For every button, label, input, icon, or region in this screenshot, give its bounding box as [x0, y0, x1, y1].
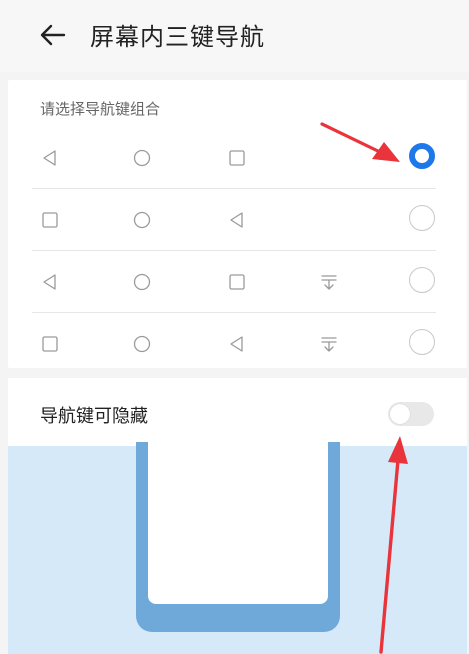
nav-option-3[interactable]: [32, 252, 436, 313]
recents-square-icon: [229, 150, 245, 166]
arrow-left-icon[interactable]: [36, 18, 70, 52]
phone-illustration: [136, 442, 340, 632]
toggle-knob: [390, 404, 410, 424]
recents-square-icon: [42, 336, 58, 352]
recents-square-icon: [42, 212, 58, 228]
home-circle-icon: [133, 149, 151, 167]
hide-nav-keys-label: 导航键可隐藏: [40, 406, 148, 427]
hide-nav-keys-toggle[interactable]: [388, 402, 434, 426]
back-triangle-icon: [43, 274, 56, 290]
notification-pulldown-icon: [321, 337, 337, 352]
nav-option-1[interactable]: [32, 128, 436, 189]
back-triangle-icon: [43, 150, 56, 166]
nav-option-2[interactable]: [32, 190, 436, 251]
page-title: 屏幕内三键导航: [90, 23, 265, 51]
hide-nav-keys-row[interactable]: 导航键可隐藏: [8, 378, 467, 446]
nav-preview-illustration: [8, 442, 467, 654]
section-title: 请选择导航键组合: [40, 100, 161, 118]
home-circle-icon: [133, 273, 151, 291]
nav-option-4-radio[interactable]: [409, 329, 435, 355]
phone-screen: [148, 442, 328, 604]
nav-option-1-radio[interactable]: [409, 143, 435, 169]
nav-option-4[interactable]: [32, 314, 436, 374]
home-circle-icon: [133, 335, 151, 353]
nav-option-2-radio[interactable]: [409, 205, 435, 231]
nav-option-3-radio[interactable]: [409, 267, 435, 293]
back-triangle-icon: [230, 212, 243, 228]
recents-square-icon: [229, 274, 245, 290]
home-circle-icon: [133, 211, 151, 229]
header: 屏幕内三键导航: [0, 0, 469, 72]
nav-combination-card: 请选择导航键组合: [8, 80, 467, 368]
back-triangle-icon: [230, 336, 243, 352]
notification-pulldown-icon: [321, 275, 337, 290]
